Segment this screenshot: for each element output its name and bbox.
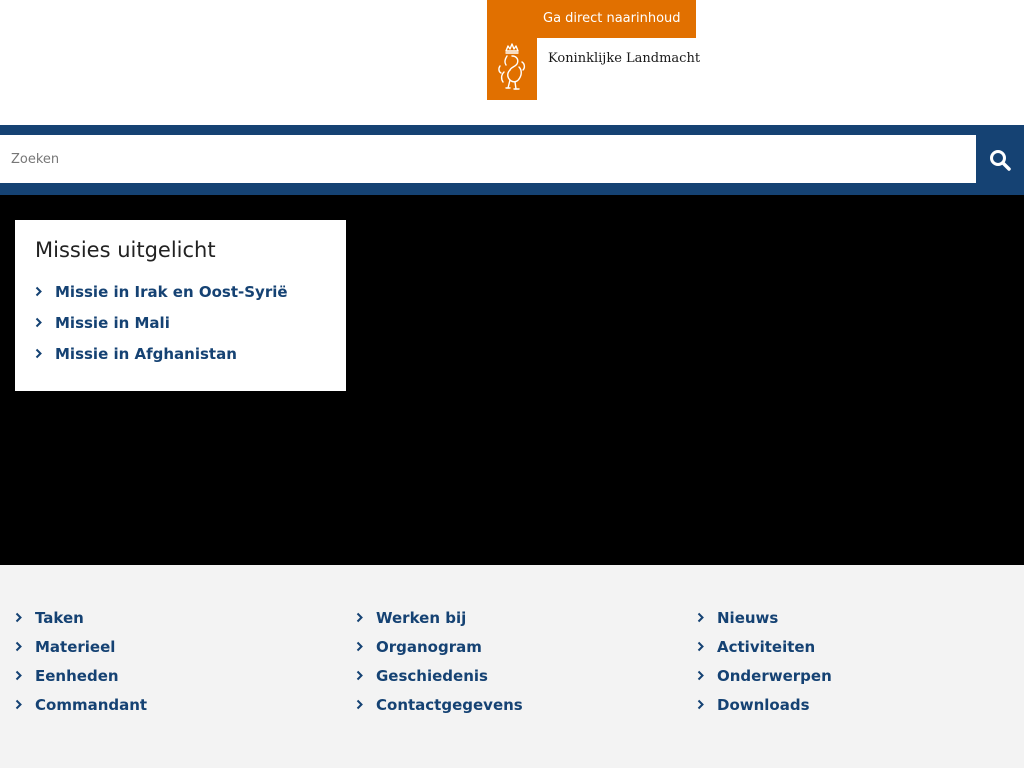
list-item: Activiteiten <box>697 632 832 661</box>
list-item: Eenheden <box>15 661 147 690</box>
footer-link-eenheden[interactable]: Eenheden <box>35 667 119 685</box>
footer-column-3: Nieuws Activiteiten Onderwerpen Download… <box>697 603 832 719</box>
chevron-right-icon <box>697 666 717 685</box>
chevron-right-icon <box>35 344 55 363</box>
featured-missions-list: Missie in Irak en Oost-Syrië Missie in M… <box>35 276 326 369</box>
featured-missions-card: Missies uitgelicht Missie in Irak en Oos… <box>15 220 346 391</box>
search-button[interactable] <box>976 125 1024 195</box>
list-item: Missie in Mali <box>35 307 326 338</box>
list-item: Materieel <box>15 632 147 661</box>
mission-link-mali[interactable]: Missie in Mali <box>55 314 170 332</box>
chevron-right-icon <box>35 313 55 332</box>
search-icon <box>990 150 1011 171</box>
footer-link-nieuws[interactable]: Nieuws <box>717 609 778 627</box>
chevron-right-icon <box>356 637 376 656</box>
list-item: Geschiedenis <box>356 661 523 690</box>
chevron-right-icon <box>697 608 717 627</box>
search-bar <box>0 125 1024 195</box>
chevron-right-icon <box>356 608 376 627</box>
list-item: Onderwerpen <box>697 661 832 690</box>
chevron-right-icon <box>15 608 35 627</box>
search-input[interactable] <box>0 135 976 183</box>
list-item: Taken <box>15 603 147 632</box>
footer-link-activiteiten[interactable]: Activiteiten <box>717 638 815 656</box>
list-item: Commandant <box>15 690 147 719</box>
list-item: Nieuws <box>697 603 832 632</box>
list-item: Missie in Afghanistan <box>35 338 326 369</box>
chevron-right-icon <box>356 666 376 685</box>
list-item: Organogram <box>356 632 523 661</box>
list-item: Werken bij <box>356 603 523 632</box>
footer-link-contactgegevens[interactable]: Contactgegevens <box>376 696 523 714</box>
list-item: Missie in Irak en Oost-Syrië <box>35 276 326 307</box>
logo[interactable] <box>487 38 537 100</box>
coat-of-arms-icon <box>498 43 526 90</box>
chevron-right-icon <box>15 666 35 685</box>
chevron-right-icon <box>697 695 717 714</box>
mission-link-afghanistan[interactable]: Missie in Afghanistan <box>55 345 237 363</box>
footer-column-2: Werken bij Organogram Geschiedenis Conta… <box>356 603 523 719</box>
chevron-right-icon <box>15 637 35 656</box>
footer-link-geschiedenis[interactable]: Geschiedenis <box>376 667 488 685</box>
footer-link-materieel[interactable]: Materieel <box>35 638 115 656</box>
mission-link-irak[interactable]: Missie in Irak en Oost-Syrië <box>55 283 288 301</box>
chevron-right-icon <box>15 695 35 714</box>
skip-to-content-link[interactable]: Ga direct naarinhoud <box>487 0 696 38</box>
brand-name: Koninklijke Landmacht <box>548 51 701 66</box>
footer-column-1: Taken Materieel Eenheden Commandant <box>15 603 147 719</box>
chevron-right-icon <box>697 637 717 656</box>
footer-link-organogram[interactable]: Organogram <box>376 638 482 656</box>
chevron-right-icon <box>356 695 376 714</box>
chevron-right-icon <box>35 282 55 301</box>
hero-banner: Missies uitgelicht Missie in Irak en Oos… <box>0 195 1024 565</box>
footer-link-taken[interactable]: Taken <box>35 609 84 627</box>
footer-link-werken-bij[interactable]: Werken bij <box>376 609 466 627</box>
footer-link-downloads[interactable]: Downloads <box>717 696 810 714</box>
list-item: Downloads <box>697 690 832 719</box>
list-item: Contactgegevens <box>356 690 523 719</box>
footer-link-onderwerpen[interactable]: Onderwerpen <box>717 667 832 685</box>
site-header: Ga direct naarinhoud Koninklijke Landmac… <box>0 0 1024 125</box>
footer-navigation: Taken Materieel Eenheden Commandant Werk… <box>0 565 1024 768</box>
featured-missions-title: Missies uitgelicht <box>35 238 216 262</box>
footer-link-commandant[interactable]: Commandant <box>35 696 147 714</box>
